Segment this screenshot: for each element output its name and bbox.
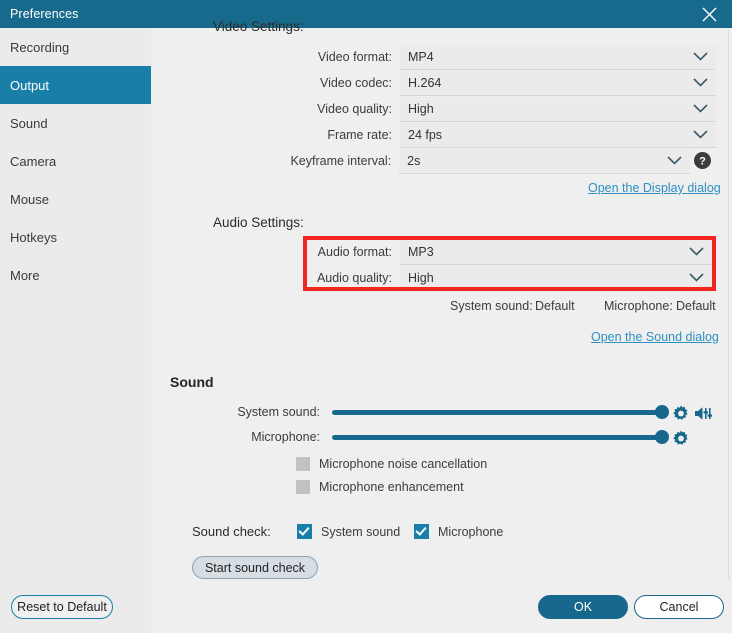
checkbox-box[interactable] — [414, 524, 429, 539]
audio-format-value: MP3 — [408, 244, 434, 259]
frame-rate-row: Frame rate: 24 fps — [280, 122, 716, 148]
microphone-slider-row: Microphone: — [180, 430, 669, 444]
system-sound-slider[interactable] — [332, 405, 669, 419]
sidebar-item-mouse[interactable]: Mouse — [0, 180, 151, 218]
microphone-slider-knob[interactable] — [655, 430, 669, 444]
system-sound-slider-row: System sound: — [180, 405, 669, 419]
start-sound-check-button[interactable]: Start sound check — [192, 556, 318, 579]
mic-noise-cancellation-checkbox[interactable]: Microphone noise cancellation — [296, 457, 487, 471]
sidebar-item-label: More — [10, 267, 40, 283]
video-quality-value: High — [408, 101, 434, 116]
close-icon[interactable] — [686, 0, 732, 28]
content-divider — [728, 30, 729, 580]
chevron-down-icon — [689, 243, 704, 261]
sound-check-system-sound-label: System sound — [321, 524, 401, 539]
audio-quality-select[interactable]: High — [400, 265, 712, 291]
audio-format-select[interactable]: MP3 — [400, 239, 712, 265]
sound-group-title: Sound — [170, 374, 214, 390]
frame-rate-label: Frame rate: — [327, 128, 392, 142]
video-codec-label: Video codec: — [319, 76, 392, 90]
audio-format-label: Audio format: — [317, 245, 392, 259]
sidebar-item-sound[interactable]: Sound — [0, 104, 151, 142]
gear-icon[interactable] — [672, 430, 690, 453]
chevron-down-icon — [689, 269, 704, 287]
video-quality-select[interactable]: High — [400, 96, 716, 122]
system-sound-default-label: System sound: — [450, 299, 533, 313]
speaker-mixer-icon[interactable] — [694, 405, 713, 427]
system-sound-slider-label: System sound: — [237, 405, 320, 419]
title-bar: Preferences — [0, 0, 732, 28]
keyframe-interval-label: Keyframe interval: — [290, 154, 392, 168]
sidebar-item-hotkeys[interactable]: Hotkeys — [0, 218, 151, 256]
system-sound-slider-knob[interactable] — [655, 405, 669, 419]
svg-text:?: ? — [699, 156, 706, 168]
video-quality-row: Video quality: High — [280, 96, 716, 122]
sound-check-label: Sound check: — [192, 524, 271, 539]
frame-rate-value: 24 fps — [408, 127, 443, 142]
chevron-down-icon — [693, 74, 708, 92]
microphone-slider[interactable] — [332, 430, 669, 444]
chevron-down-icon — [693, 48, 708, 66]
audio-quality-label: Audio quality: — [316, 271, 392, 285]
reset-to-default-button[interactable]: Reset to Default — [11, 595, 113, 619]
video-format-label: Video format: — [317, 50, 392, 64]
sidebar-item-recording[interactable]: Recording — [0, 28, 151, 66]
microphone-slider-track[interactable] — [332, 434, 662, 440]
sound-check-system-sound-checkbox[interactable]: System sound — [297, 524, 400, 539]
sidebar-item-more[interactable]: More — [0, 256, 151, 294]
gear-icon[interactable] — [672, 405, 690, 428]
open-sound-dialog-link[interactable]: Open the Sound dialog — [591, 330, 719, 344]
checkbox-box[interactable] — [296, 457, 310, 471]
microphone-slider-label: Microphone: — [251, 430, 320, 444]
sidebar-item-label: Hotkeys — [10, 229, 57, 245]
sidebar-item-camera[interactable]: Camera — [0, 142, 151, 180]
video-codec-select[interactable]: H.264 — [400, 70, 716, 96]
video-quality-label: Video quality: — [317, 102, 392, 116]
system-sound-slider-track[interactable] — [332, 409, 662, 415]
mic-noise-cancellation-label: Microphone noise cancellation — [319, 457, 488, 471]
sidebar: Recording Output Sound Camera Mouse Hotk… — [0, 28, 151, 633]
sidebar-item-label: Mouse — [10, 191, 50, 207]
sidebar-item-label: Sound — [10, 115, 48, 131]
sound-check-microphone-checkbox[interactable]: Microphone — [414, 524, 503, 539]
audio-settings-title: Audio Settings: — [213, 215, 304, 230]
help-icon[interactable]: ? — [694, 152, 711, 169]
audio-format-row: Audio format: MP3 — [312, 239, 712, 265]
keyframe-interval-value: 2s — [407, 153, 421, 168]
system-sound-default-value: Default — [535, 299, 575, 313]
keyframe-interval-select[interactable]: 2s — [399, 148, 690, 174]
window-title: Preferences — [10, 7, 79, 21]
audio-quality-row: Audio quality: High — [312, 265, 712, 291]
mic-enhancement-checkbox[interactable]: Microphone enhancement — [296, 480, 464, 494]
sidebar-item-output[interactable]: Output — [0, 66, 151, 104]
video-format-select[interactable]: MP4 — [400, 44, 716, 70]
video-format-row: Video format: MP4 — [280, 44, 716, 70]
audio-quality-value: High — [408, 270, 434, 285]
mic-enhancement-label: Microphone enhancement — [319, 480, 464, 494]
open-display-dialog-link[interactable]: Open the Display dialog — [588, 181, 721, 195]
checkbox-box[interactable] — [297, 524, 312, 539]
preferences-dialog: Preferences Recording Output Sound Camer… — [0, 0, 732, 633]
sidebar-item-label: Recording — [10, 39, 70, 55]
chevron-down-icon — [667, 152, 682, 170]
video-codec-row: Video codec: H.264 — [280, 70, 716, 96]
microphone-default-value: Default — [676, 299, 716, 313]
chevron-down-icon — [693, 100, 708, 118]
microphone-default-label: Microphone: — [604, 299, 673, 313]
video-codec-value: H.264 — [408, 75, 442, 90]
sound-check-microphone-label: Microphone — [438, 524, 504, 539]
chevron-down-icon — [693, 126, 708, 144]
video-format-value: MP4 — [408, 49, 434, 64]
keyframe-interval-row: Keyframe interval: 2s — [280, 148, 690, 174]
sidebar-item-label: Output — [10, 77, 50, 93]
sidebar-item-label: Camera — [10, 153, 57, 169]
cancel-button[interactable]: Cancel — [634, 595, 724, 619]
video-settings-title: Video Settings: — [213, 19, 304, 34]
ok-button[interactable]: OK — [538, 595, 628, 619]
checkbox-box[interactable] — [296, 480, 310, 494]
frame-rate-select[interactable]: 24 fps — [400, 122, 716, 148]
